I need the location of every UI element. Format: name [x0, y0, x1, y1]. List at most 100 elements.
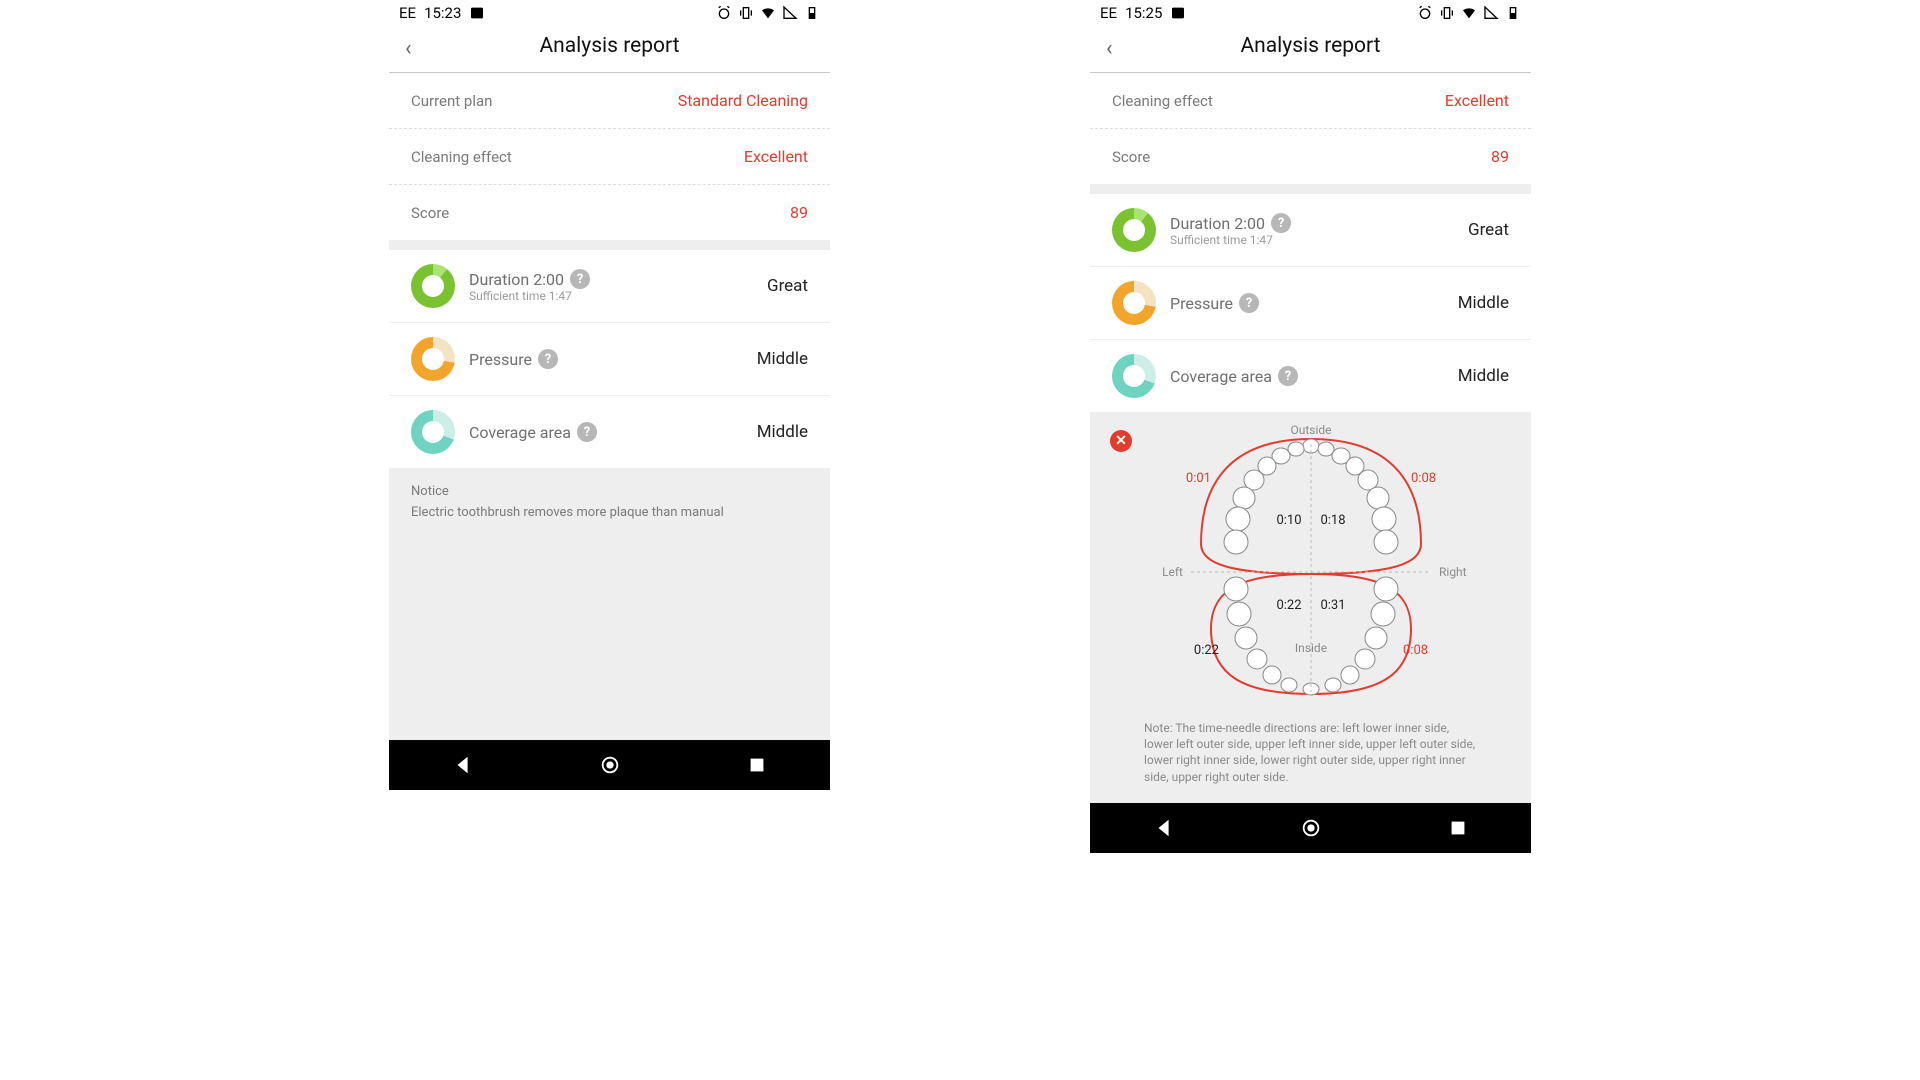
metric-duration[interactable]: Duration 2:00 ? Sufficient time 1:47 Gre…: [1090, 194, 1531, 267]
vibrate-icon: [1439, 5, 1455, 21]
donut-duration-icon: [1112, 208, 1156, 252]
clock-label: 15:23: [424, 4, 461, 22]
donut-pressure-icon: [411, 337, 455, 381]
wifi-icon: [760, 5, 776, 21]
metric-pressure-title: Pressure: [1170, 294, 1233, 313]
donut-coverage-icon: [1112, 354, 1156, 398]
teeth-diagram: Outside Inside Left Right 0:01 0:08 0:10…: [1141, 424, 1481, 714]
value-cleaning-effect: Excellent: [1445, 91, 1509, 110]
row-current-plan: Current plan Standard Cleaning: [389, 73, 830, 129]
battery-icon: [804, 5, 820, 21]
row-cleaning-effect: Cleaning effect Excellent: [1090, 73, 1531, 129]
metric-duration-value: Great: [1468, 220, 1509, 240]
label-cleaning-effect: Cleaning effect: [1112, 92, 1213, 110]
metric-pressure-value: Middle: [757, 349, 808, 369]
app-bar: ‹ Analysis report: [1090, 24, 1531, 73]
page-title: Analysis report: [539, 34, 679, 58]
app-bar: ‹ Analysis report: [389, 24, 830, 73]
label-current-plan: Current plan: [411, 92, 492, 110]
help-icon[interactable]: ?: [1239, 293, 1259, 313]
label-left: Left: [1162, 565, 1183, 579]
metric-pressure[interactable]: Pressure ? Middle: [1090, 267, 1531, 340]
label-outside: Outside: [1290, 424, 1331, 437]
battery-icon: [1505, 5, 1521, 21]
metric-pressure[interactable]: Pressure ? Middle: [389, 323, 830, 396]
value-score: 89: [790, 203, 808, 222]
android-nav-bar: [1090, 803, 1531, 853]
help-icon[interactable]: ?: [577, 422, 597, 442]
metric-coverage[interactable]: Coverage area ? Middle: [1090, 340, 1531, 412]
value-current-plan: Standard Cleaning: [678, 91, 808, 110]
carrier-label: EE: [399, 4, 416, 22]
clock-label: 15:25: [1125, 4, 1162, 22]
notice-body: Electric toothbrush removes more plaque …: [411, 505, 808, 520]
help-icon[interactable]: ?: [1271, 213, 1291, 233]
close-icon[interactable]: ✕: [1110, 430, 1132, 452]
vibrate-icon: [738, 5, 754, 21]
carrier-label: EE: [1100, 4, 1117, 22]
label-score: Score: [1112, 148, 1150, 166]
android-nav-bar: [389, 740, 830, 790]
teeth-diagram-panel: ✕: [1090, 412, 1531, 803]
metric-coverage-value: Middle: [1458, 366, 1509, 386]
time-upper-right-inner: 0:18: [1320, 513, 1345, 528]
metric-pressure-value: Middle: [1458, 293, 1509, 313]
metric-coverage-title: Coverage area: [1170, 367, 1272, 386]
label-inside: Inside: [1294, 641, 1326, 655]
metric-coverage-title: Coverage area: [469, 423, 571, 442]
back-button[interactable]: ‹: [405, 36, 412, 61]
notice-panel: Notice Electric toothbrush removes more …: [389, 468, 830, 740]
metric-coverage-value: Middle: [757, 422, 808, 442]
alarm-icon: [716, 5, 732, 21]
help-icon[interactable]: ?: [538, 349, 558, 369]
nav-recent-icon[interactable]: [1447, 817, 1469, 839]
signal-icon: [1483, 5, 1499, 21]
nav-recent-icon[interactable]: [746, 754, 768, 776]
label-score: Score: [411, 204, 449, 222]
row-cleaning-effect: Cleaning effect Excellent: [389, 129, 830, 185]
time-lower-left-inner: 0:22: [1276, 598, 1301, 613]
metric-duration[interactable]: Duration 2:00 ? Sufficient time 1:47 Gre…: [389, 250, 830, 323]
metric-pressure-title: Pressure: [469, 350, 532, 369]
nav-back-icon[interactable]: [452, 754, 474, 776]
time-lower-left-outer: 0:22: [1193, 643, 1218, 658]
section-divider: [1090, 184, 1531, 194]
metric-duration-value: Great: [767, 276, 808, 296]
picture-icon: [1170, 5, 1186, 21]
help-icon[interactable]: ?: [570, 269, 590, 289]
phone-left: EE 15:23 ‹ Analysis report Current plan …: [389, 0, 830, 790]
nav-home-icon[interactable]: [599, 754, 621, 776]
phone-right: EE 15:25 ‹ Analysis report Cleaning effe…: [1090, 0, 1531, 853]
time-lower-right-outer: 0:08: [1403, 643, 1428, 658]
status-bar: EE 15:25: [1090, 0, 1531, 24]
metric-duration-sub: Sufficient time 1:47: [1170, 233, 1454, 247]
page-title: Analysis report: [1240, 34, 1380, 58]
metric-duration-title: Duration 2:00: [1170, 214, 1265, 233]
section-divider: [389, 240, 830, 250]
picture-icon: [469, 5, 485, 21]
metric-duration-sub: Sufficient time 1:47: [469, 289, 753, 303]
row-score: Score 89: [389, 185, 830, 240]
donut-duration-icon: [411, 264, 455, 308]
value-cleaning-effect: Excellent: [744, 147, 808, 166]
wifi-icon: [1461, 5, 1477, 21]
value-score: 89: [1491, 147, 1509, 166]
donut-pressure-icon: [1112, 281, 1156, 325]
time-lower-right-inner: 0:31: [1320, 598, 1345, 613]
status-bar: EE 15:23: [389, 0, 830, 24]
notice-title: Notice: [411, 484, 808, 499]
nav-home-icon[interactable]: [1300, 817, 1322, 839]
time-upper-left-outer: 0:01: [1185, 471, 1210, 486]
nav-back-icon[interactable]: [1153, 817, 1175, 839]
row-score: Score 89: [1090, 129, 1531, 184]
metric-coverage[interactable]: Coverage area ? Middle: [389, 396, 830, 468]
label-cleaning-effect: Cleaning effect: [411, 148, 512, 166]
metric-duration-title: Duration 2:00: [469, 270, 564, 289]
back-button[interactable]: ‹: [1106, 36, 1113, 61]
time-upper-right-outer: 0:08: [1411, 471, 1436, 486]
signal-icon: [782, 5, 798, 21]
label-right: Right: [1439, 565, 1467, 579]
alarm-icon: [1417, 5, 1433, 21]
help-icon[interactable]: ?: [1278, 366, 1298, 386]
time-upper-left-inner: 0:10: [1276, 513, 1301, 528]
